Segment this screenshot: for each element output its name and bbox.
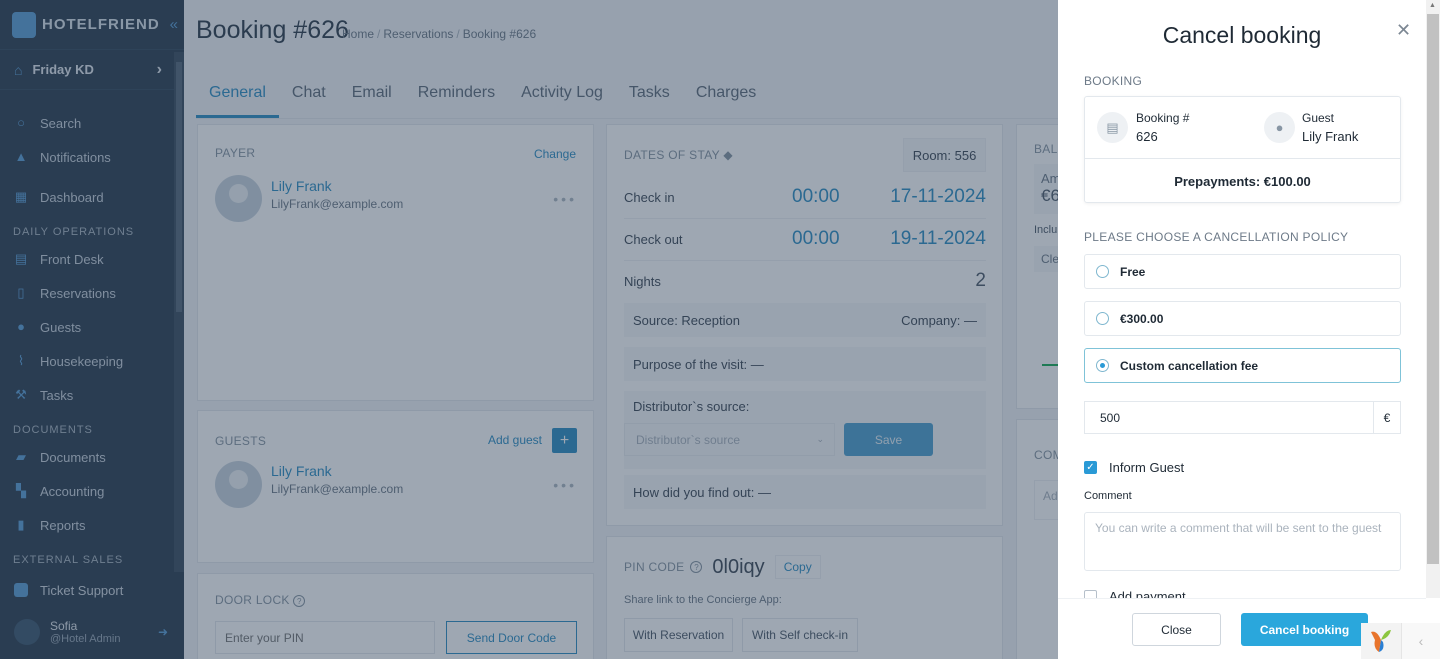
policy-section-label: PLEASE CHOOSE A CANCELLATION POLICY	[1084, 230, 1349, 244]
booking-section-label: BOOKING	[1084, 74, 1143, 88]
inform-guest-label: Inform Guest	[1109, 460, 1185, 475]
option-label: €300.00	[1120, 311, 1164, 326]
comment-textarea[interactable]	[1084, 512, 1401, 571]
prepayments: Prepayments: €100.00	[1174, 173, 1311, 189]
booking-number-label: Booking #	[1136, 111, 1190, 125]
debug-toolbar-toggle-icon[interactable]: ‹	[1401, 623, 1440, 659]
guest-label: Guest	[1302, 111, 1335, 125]
option-label: Free	[1120, 264, 1146, 279]
document-icon: ▤	[1097, 112, 1128, 143]
cancel-booking-modal: Cancel booking ✕ BOOKING ▤ Booking # 626…	[1058, 0, 1440, 659]
close-icon[interactable]: ✕	[1396, 20, 1411, 41]
modal-title: Cancel booking	[1162, 22, 1322, 48]
inform-guest-checkbox[interactable]: ✓	[1084, 461, 1097, 474]
booking-number-value: 626	[1136, 129, 1158, 144]
modal-backdrop[interactable]	[0, 0, 1058, 659]
booking-summary-card: ▤ Booking # 626 ● Guest Lily Frank Prepa…	[1084, 96, 1401, 203]
close-button[interactable]: Close	[1132, 613, 1221, 646]
debug-toolbar-logo-icon[interactable]	[1361, 623, 1401, 659]
custom-fee-input[interactable]	[1084, 401, 1374, 434]
radio-custom-fee[interactable]	[1096, 359, 1109, 372]
inform-guest-checkbox-row[interactable]: ✓ Inform Guest	[1084, 460, 1184, 475]
modal-scrollbar[interactable]: ▲	[1426, 0, 1440, 598]
option-label: Custom cancellation fee	[1120, 358, 1259, 373]
guest-value: Lily Frank	[1302, 129, 1359, 144]
radio-free[interactable]	[1096, 265, 1109, 278]
scroll-up-icon[interactable]: ▲	[1429, 2, 1436, 9]
policy-option-fixed-fee[interactable]: €300.00	[1084, 301, 1401, 336]
cancel-booking-button[interactable]: Cancel booking	[1241, 613, 1368, 646]
modal-scrollbar-thumb[interactable]	[1427, 14, 1439, 564]
currency-addon: €	[1373, 401, 1401, 434]
person-icon: ●	[1264, 112, 1295, 143]
policy-option-custom-fee[interactable]: Custom cancellation fee	[1084, 348, 1401, 383]
policy-option-free[interactable]: Free	[1084, 254, 1401, 289]
radio-fixed-fee[interactable]	[1096, 312, 1109, 325]
comment-label: Comment	[1084, 490, 1132, 502]
